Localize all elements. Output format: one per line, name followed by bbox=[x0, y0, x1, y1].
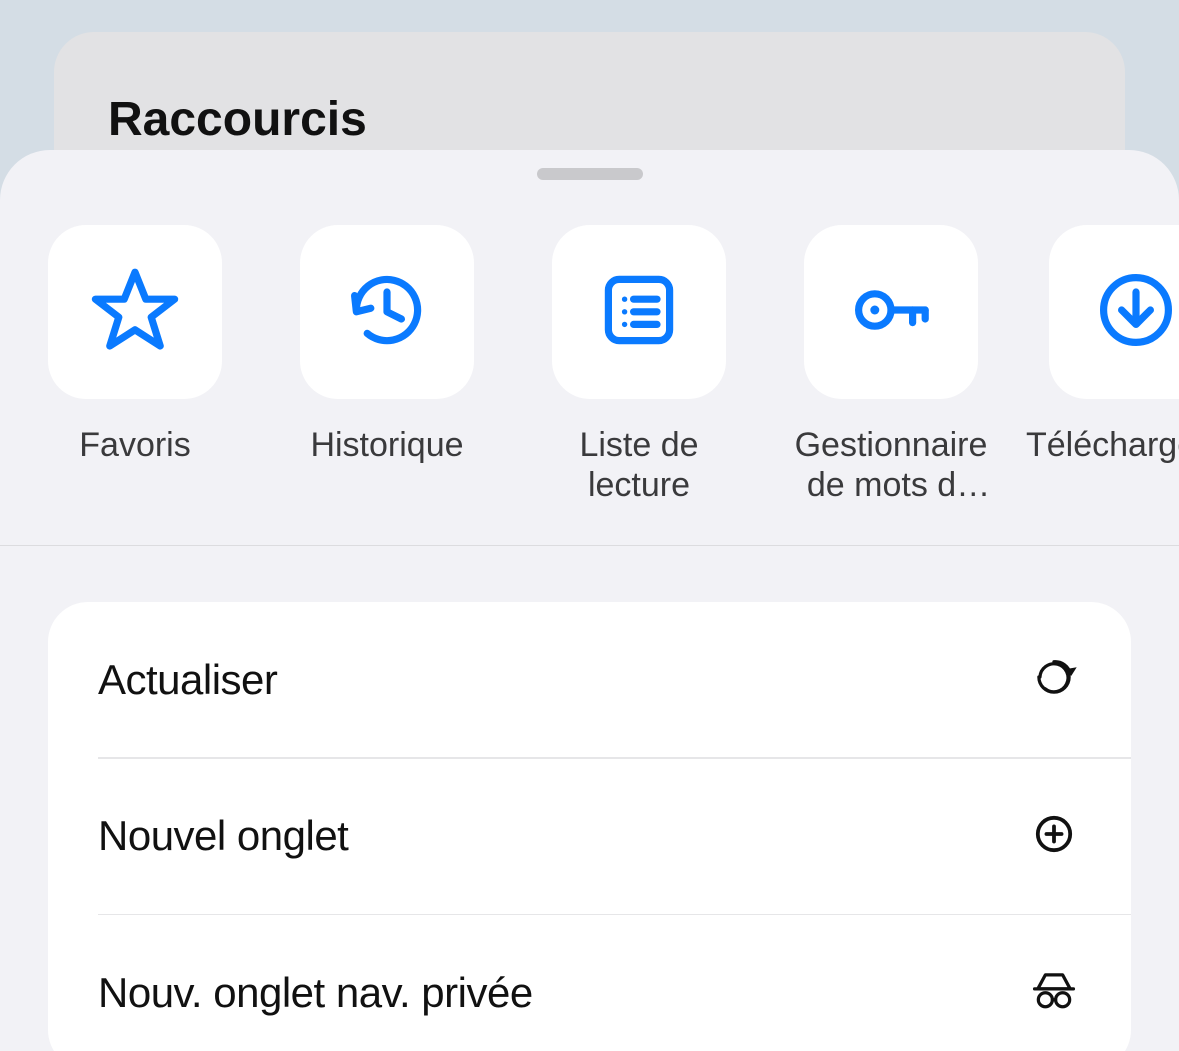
plus-circle-icon bbox=[1027, 807, 1081, 866]
menu-item-label: Nouv. onglet nav. privée bbox=[98, 969, 533, 1017]
shortcut-label: Gestionnaire de mots de p… bbox=[795, 425, 988, 505]
history-icon bbox=[342, 265, 432, 360]
incognito-icon bbox=[1027, 963, 1081, 1022]
shortcut-reading-list[interactable]: Liste de lecture bbox=[552, 225, 726, 505]
shortcut-label: Historique bbox=[310, 425, 463, 465]
menu-item-refresh[interactable]: Actualiser bbox=[48, 602, 1131, 757]
refresh-icon bbox=[1027, 650, 1081, 709]
shortcut-label: Téléchargements bbox=[1026, 425, 1179, 465]
shortcut-downloads[interactable]: Téléchargements bbox=[1056, 225, 1179, 505]
shortcut-history[interactable]: Historique bbox=[300, 225, 474, 505]
menu-item-label: Nouvel onglet bbox=[98, 812, 348, 860]
shortcuts-row: Favoris Historique bbox=[0, 180, 1179, 546]
menu-item-label: Actualiser bbox=[98, 656, 277, 704]
background-title: Raccourcis bbox=[108, 92, 1071, 147]
menu-item-new-tab[interactable]: Nouvel onglet bbox=[48, 759, 1131, 914]
download-icon bbox=[1091, 265, 1179, 360]
password-tile bbox=[804, 225, 978, 399]
shortcut-favorites[interactable]: Favoris bbox=[48, 225, 222, 505]
key-icon bbox=[846, 265, 936, 360]
shortcut-label: Favoris bbox=[79, 425, 190, 465]
reading-list-tile bbox=[552, 225, 726, 399]
actions-menu: Actualiser Nouvel onglet bbox=[48, 602, 1131, 1051]
sheet-grabber[interactable] bbox=[537, 168, 643, 180]
reading-list-icon bbox=[594, 265, 684, 360]
menu-item-new-private-tab[interactable]: Nouv. onglet nav. privée bbox=[48, 915, 1131, 1051]
bottom-sheet: Favoris Historique bbox=[0, 150, 1179, 1051]
shortcut-password-manager[interactable]: Gestionnaire de mots de p… bbox=[804, 225, 978, 505]
shortcut-label: Liste de lecture bbox=[552, 425, 726, 505]
favorites-tile bbox=[48, 225, 222, 399]
star-icon bbox=[90, 265, 180, 360]
history-tile bbox=[300, 225, 474, 399]
downloads-tile bbox=[1049, 225, 1179, 399]
